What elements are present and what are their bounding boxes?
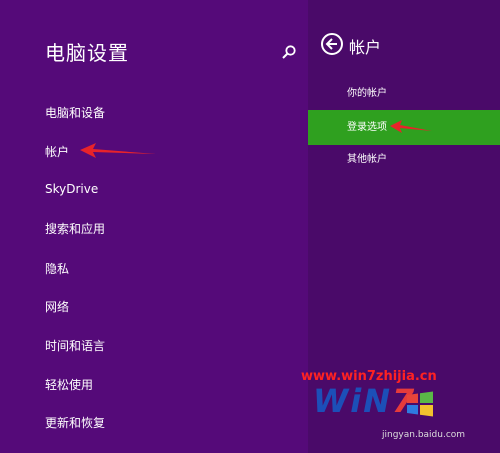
account-pane-title: 帐户	[349, 38, 382, 57]
nav-item-privacy[interactable]: 隐私	[45, 260, 69, 277]
account-item-your-account[interactable]: 你的帐户	[308, 76, 500, 111]
watermark-small-text: jingyan.baidu.com	[382, 430, 466, 440]
back-button[interactable]	[321, 33, 343, 55]
watermark-logo: WiN7	[313, 382, 416, 420]
back-arrow-icon	[325, 38, 337, 50]
nav-item-ease-of-access[interactable]: 轻松使用	[45, 376, 93, 393]
nav-item-update-recovery[interactable]: 更新和恢复	[45, 414, 105, 431]
nav-item-pc-devices[interactable]: 电脑和设备	[45, 104, 105, 121]
watermark-logo-text: WiN	[313, 382, 393, 420]
nav-item-accounts[interactable]: 帐户	[45, 143, 69, 160]
account-item-other-accounts[interactable]: 其他帐户	[308, 142, 500, 177]
page-title: 电脑设置	[45, 41, 129, 65]
windows-logo-icon	[407, 391, 433, 417]
annotation-arrow-signin	[390, 120, 432, 133]
nav-item-search-apps[interactable]: 搜索和应用	[45, 220, 105, 237]
annotation-arrow-accounts	[80, 143, 156, 158]
nav-item-network[interactable]: 网络	[45, 298, 69, 315]
search-icon[interactable]	[281, 44, 297, 60]
nav-item-skydrive[interactable]: SkyDrive	[45, 182, 98, 196]
nav-item-time-language[interactable]: 时间和语言	[45, 337, 105, 354]
